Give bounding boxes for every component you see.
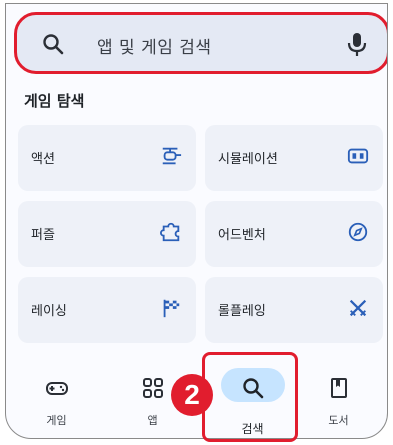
category-card-action[interactable]: 액션: [18, 125, 196, 191]
search-bar[interactable]: 앱 및 게임 검색: [14, 12, 387, 74]
category-label: 롤플레잉: [218, 304, 266, 319]
category-card-racing[interactable]: 레이싱: [18, 277, 196, 343]
category-label: 시뮬레이션: [218, 152, 278, 167]
category-card-roleplaying[interactable]: 롤플레잉: [205, 277, 383, 343]
nav-item-books[interactable]: 도서: [291, 362, 386, 438]
bookmark-book-icon: [331, 378, 347, 398]
puzzle-icon: [160, 222, 180, 242]
microphone-icon[interactable]: [345, 31, 369, 57]
category-card-puzzle[interactable]: 퍼즐: [18, 201, 196, 267]
category-label: 레이싱: [31, 304, 67, 319]
helicopter-icon: [162, 147, 182, 165]
category-label: 액션: [31, 152, 55, 167]
nav-label: 게임: [46, 414, 67, 427]
highlight-box: [202, 352, 298, 442]
search-icon: [43, 34, 64, 55]
step-badge: 2: [171, 374, 213, 416]
nav-label: 도서: [328, 414, 349, 427]
search-input[interactable]: 앱 및 게임 검색: [97, 33, 212, 58]
checkered-flag-icon: [163, 299, 180, 318]
section-title: 게임 탐색: [24, 92, 85, 110]
nav-item-games[interactable]: 게임: [9, 362, 104, 438]
crossed-swords-icon: [349, 299, 367, 317]
compass-icon: [348, 222, 368, 242]
category-label: 퍼즐: [31, 228, 55, 243]
simulation-icon: [347, 148, 369, 164]
category-card-adventure[interactable]: 어드벤처: [205, 201, 383, 267]
category-card-simulation[interactable]: 시뮬레이션: [205, 125, 383, 191]
gamepad-icon: [46, 382, 68, 395]
category-label: 어드벤처: [218, 228, 266, 243]
apps-grid-icon: [143, 378, 163, 398]
